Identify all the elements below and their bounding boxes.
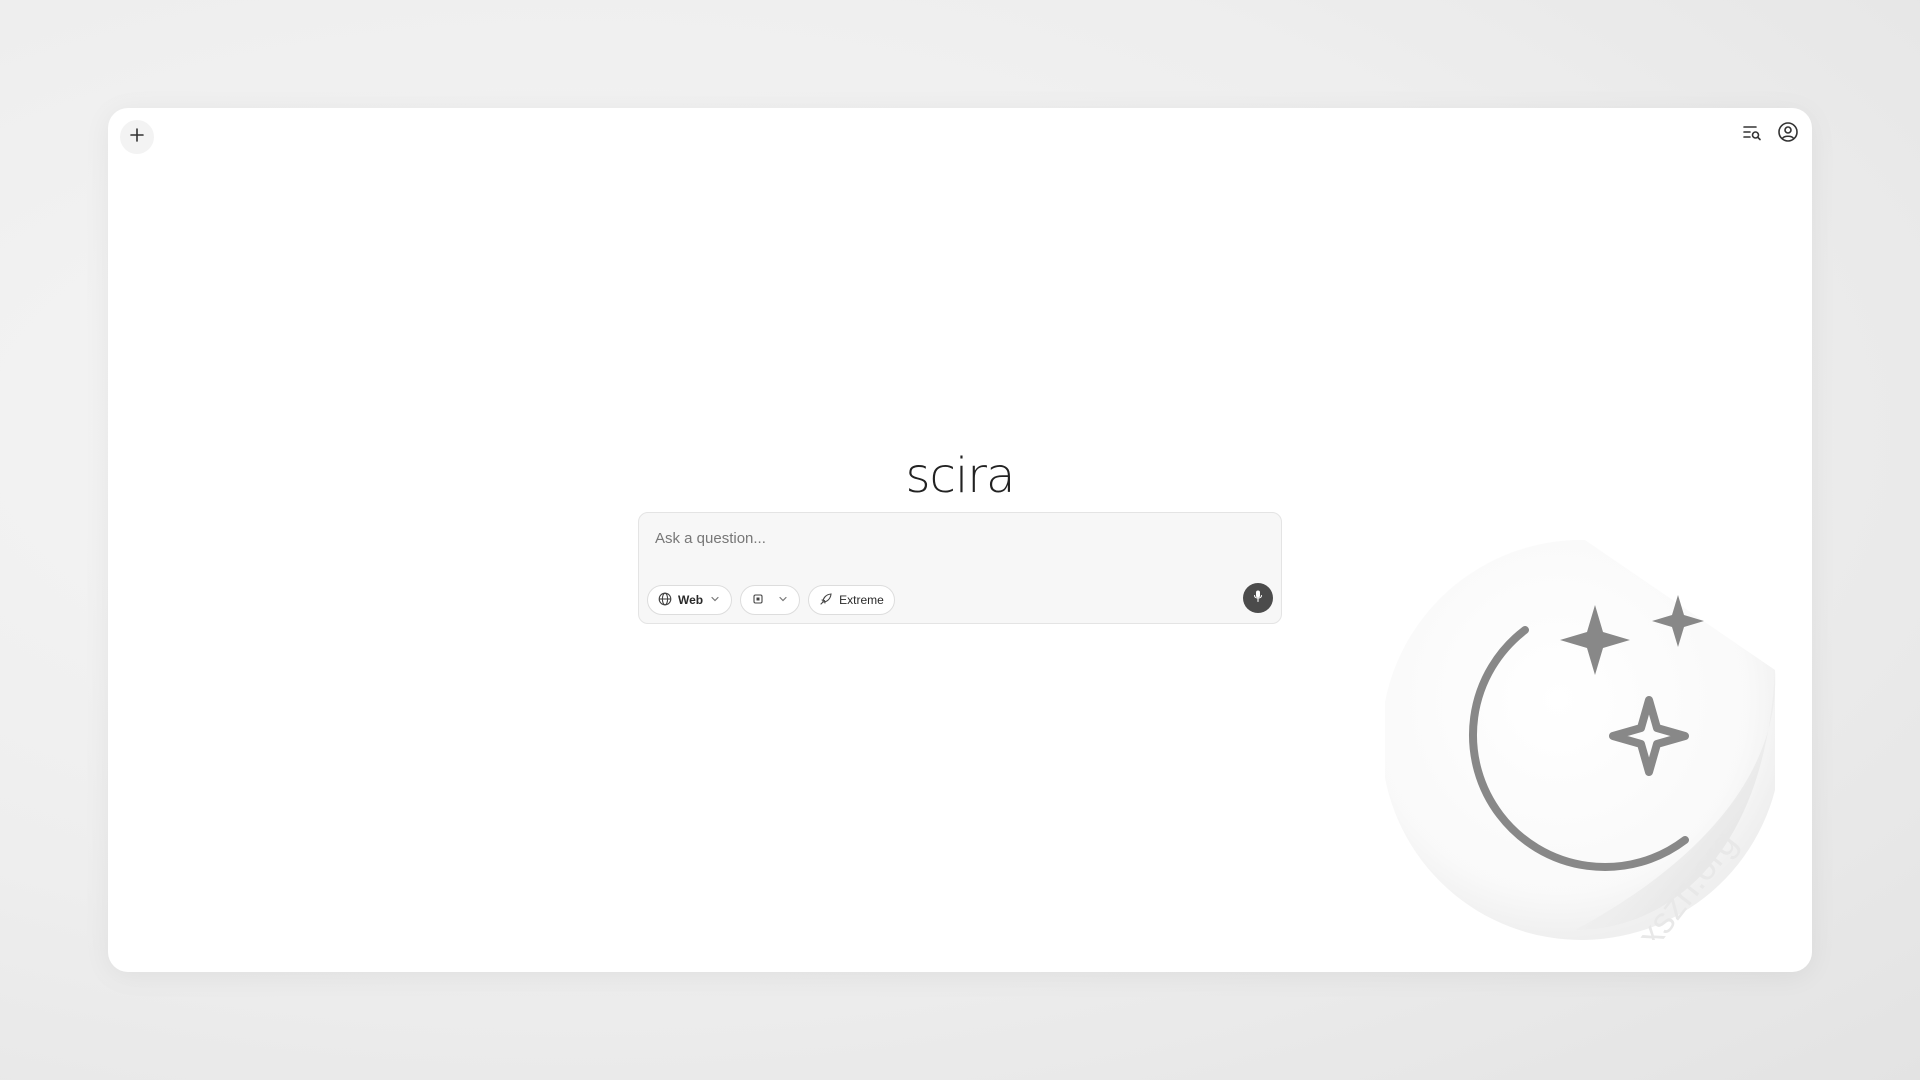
mic-icon [1251,589,1265,608]
extreme-mode-label: Extreme [839,593,884,607]
brand-title: scira [905,448,1016,504]
plus-icon [130,127,144,147]
search-input[interactable] [653,529,1257,548]
voice-input-button[interactable] [1243,583,1273,613]
watermark-sticker: xszn.org [1381,539,1785,955]
composer: Web [638,512,1282,624]
chevron-down-icon [709,593,721,608]
composer-toolbar: Web Extreme [647,585,895,615]
model-selector[interactable] [740,585,801,615]
chevron-down-icon [777,593,789,608]
rocket-icon [819,592,833,609]
extreme-mode-toggle[interactable]: Extreme [808,585,895,615]
user-circle-icon [1777,121,1799,148]
search-history-icon [1742,122,1762,147]
new-chat-button[interactable] [120,120,154,154]
search-mode-selector[interactable]: Web [647,585,733,615]
account-button[interactable] [1776,121,1800,148]
cpu-icon [751,592,765,609]
history-button[interactable] [1740,122,1764,146]
search-mode-label: Web [678,593,704,607]
header-actions [1740,121,1800,148]
globe-icon [658,592,672,609]
